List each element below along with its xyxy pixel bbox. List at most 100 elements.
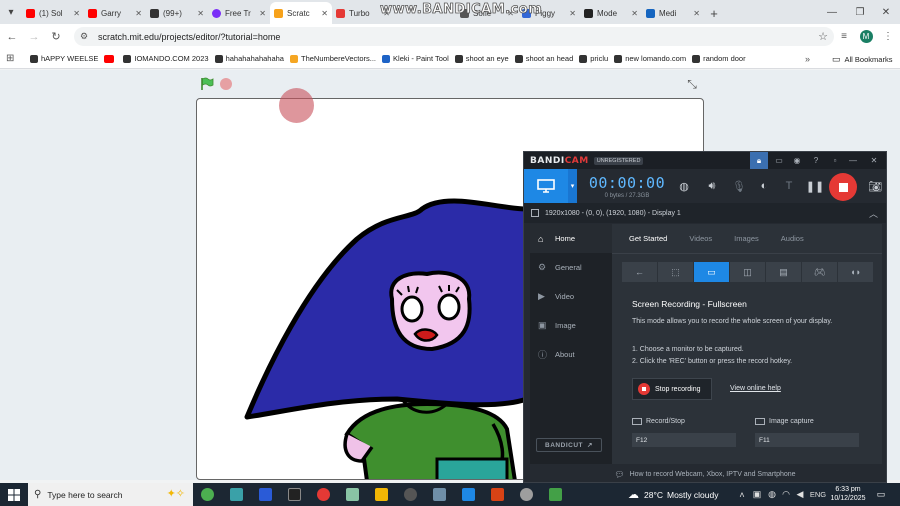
capture-area-checkbox[interactable] [531, 209, 539, 217]
browser-tab[interactable]: (99+) ✕ [146, 2, 208, 24]
browser-tab-active[interactable]: Scratc ✕ [270, 2, 332, 24]
taskbar-app-icon[interactable] [425, 483, 454, 506]
online-help-link[interactable]: View online help [730, 385, 781, 392]
minimize-button[interactable]: — [818, 0, 846, 24]
maximize-button[interactable]: ❐ [846, 0, 874, 24]
folder-icon[interactable]: ▭ [770, 152, 788, 169]
taskbar-app-icon[interactable] [338, 483, 367, 506]
mode-dropdown-icon[interactable]: ▾ [568, 169, 577, 203]
microphone-icon[interactable]: 🎙︎ [729, 176, 749, 196]
around-mouse-mode-icon[interactable]: ◫ [730, 262, 765, 282]
reload-icon[interactable]: ↻ [46, 27, 66, 47]
taskbar-app-icon[interactable] [454, 483, 483, 506]
bookmark-item[interactable]: random door [692, 54, 746, 63]
bookmark-item[interactable] [104, 54, 117, 63]
forward-icon[interactable]: → [24, 27, 44, 47]
back-icon[interactable]: ← [2, 27, 22, 47]
media-control-icon[interactable]: ≡ [835, 24, 853, 49]
close-icon[interactable]: ✕ [693, 9, 700, 18]
bookmark-item[interactable]: hAPPY WEELSE [30, 54, 98, 63]
taskbar-app-icon[interactable] [512, 483, 541, 506]
tab-videos[interactable]: Videos [689, 234, 712, 243]
webcam-icon[interactable]: ◍ [674, 176, 694, 196]
bookmark-item[interactable]: IOMANDO.COM 2023 [123, 54, 209, 63]
tab-search-icon[interactable]: ▾ [0, 0, 22, 24]
browser-tab[interactable]: Garry ✕ [84, 2, 146, 24]
language-indicator[interactable]: ENG [807, 483, 829, 506]
browser-tab[interactable]: Medi ✕ [642, 2, 704, 24]
browser-tab[interactable]: Mode ✕ [580, 2, 642, 24]
file-explorer-icon[interactable] [367, 483, 396, 506]
taskbar-app-icon[interactable] [280, 483, 309, 506]
menu-icon[interactable]: ⋮ [879, 24, 897, 49]
screen-mode-button[interactable] [524, 169, 568, 203]
camera-icon[interactable]: 📷︎ [865, 176, 885, 196]
all-bookmarks-button[interactable]: ▭ All Bookmarks [832, 49, 892, 69]
bookmark-item[interactable]: shoot an head [514, 54, 573, 63]
close-icon[interactable]: ✕ [321, 9, 328, 18]
close-icon[interactable]: ✕ [507, 9, 514, 18]
volume-icon[interactable]: ◀ [793, 483, 807, 506]
tab-audios[interactable]: Audios [781, 234, 804, 243]
taskbar-app-icon[interactable] [541, 483, 570, 506]
back-arrow-icon[interactable]: ← [622, 262, 657, 282]
weather-widget[interactable]: ☁ 28°C Mostly cloudy [628, 483, 719, 506]
wifi-icon[interactable]: ◠ [779, 483, 793, 506]
bookmark-item[interactable]: new lomando.com [614, 54, 686, 63]
profile-avatar[interactable]: M [857, 24, 875, 49]
clock[interactable]: 6:33 pm 10/12/2025 [829, 485, 867, 503]
mouse-effects-icon[interactable]: ◐ [754, 176, 774, 196]
close-icon[interactable]: ✕ [197, 9, 204, 18]
nav-video[interactable]: ▶ Video [530, 282, 612, 311]
stop-recording-button[interactable]: Stop recording [632, 378, 712, 400]
nav-general[interactable]: ⚙ General [530, 253, 612, 282]
pause-icon[interactable]: ❚❚ [805, 176, 825, 196]
close-icon[interactable]: ✕ [73, 9, 80, 18]
lock-icon[interactable]: 🔒︎ [750, 152, 768, 169]
bookmark-item[interactable]: shoot an eye [454, 54, 509, 63]
apps-grid-icon[interactable]: ⊞ [6, 53, 24, 64]
notifications-icon[interactable]: ▭ [872, 483, 890, 506]
settings-icon[interactable]: ◉ [788, 152, 806, 169]
close-icon[interactable]: ✕ [569, 9, 576, 18]
browser-tab[interactable]: Free Tr ✕ [208, 2, 270, 24]
taskbar-app-icon[interactable] [251, 483, 280, 506]
new-tab-button[interactable]: + [704, 2, 724, 24]
tray-app-icon[interactable]: ◍ [765, 483, 779, 506]
game-mode-icon[interactable]: 🎮︎ [802, 262, 837, 282]
nav-about[interactable]: ⓘ About [530, 340, 612, 369]
start-button[interactable] [0, 483, 28, 506]
speaker-icon[interactable]: 🔊︎ [702, 176, 722, 196]
minimize-button[interactable]: — [844, 152, 862, 169]
green-flag-icon[interactable] [200, 77, 214, 91]
tray-app-icon[interactable]: ▣ [750, 483, 764, 506]
bandicam-app-icon[interactable] [309, 483, 338, 506]
hotkey-record-field[interactable]: F12 [632, 433, 736, 447]
bookmark-item[interactable]: priclu [579, 54, 608, 63]
browser-tab[interactable]: Sofie ✕ [456, 2, 518, 24]
taskbar-search[interactable]: ⚲ Type here to search ✦✧ [28, 483, 193, 506]
stop-record-button[interactable] [829, 173, 857, 201]
fullscreen-mode-icon[interactable]: ▭ [694, 262, 729, 282]
close-icon[interactable]: ✕ [135, 9, 142, 18]
tab-get-started[interactable]: Get Started [629, 234, 667, 243]
close-icon[interactable]: ✕ [383, 9, 390, 18]
close-icon[interactable]: ✕ [631, 9, 638, 18]
hotkey-image-field[interactable]: F11 [755, 433, 859, 447]
bookmark-item[interactable]: TheNumbereVectors... [289, 54, 376, 63]
nav-image[interactable]: ▣ Image [530, 311, 612, 340]
bandicut-button[interactable]: BANDICUT ↗ [536, 438, 602, 452]
bookmark-item[interactable]: hahahahahahaha [214, 54, 284, 63]
address-bar[interactable]: ⚙ scratch.mit.edu/projects/editor/?tutor… [74, 27, 834, 46]
powerpoint-icon[interactable] [483, 483, 512, 506]
help-icon[interactable]: ? [807, 152, 825, 169]
chrome-app-icon[interactable] [193, 483, 222, 506]
close-icon[interactable]: ✕ [259, 9, 266, 18]
close-window-button[interactable]: ✕ [872, 0, 900, 24]
bandicam-footer[interactable]: 💬︎ How to record Webcam, Xbox, IPTV and S… [524, 466, 886, 483]
tray-overflow-icon[interactable]: ˄ [735, 483, 749, 506]
collapse-icon[interactable]: ︿ [869, 207, 878, 220]
text-overlay-icon[interactable]: T [779, 176, 799, 196]
browser-tab[interactable]: Turbo ✕ [332, 2, 394, 24]
rectangle-mode-icon[interactable]: ⬚ [658, 262, 693, 282]
